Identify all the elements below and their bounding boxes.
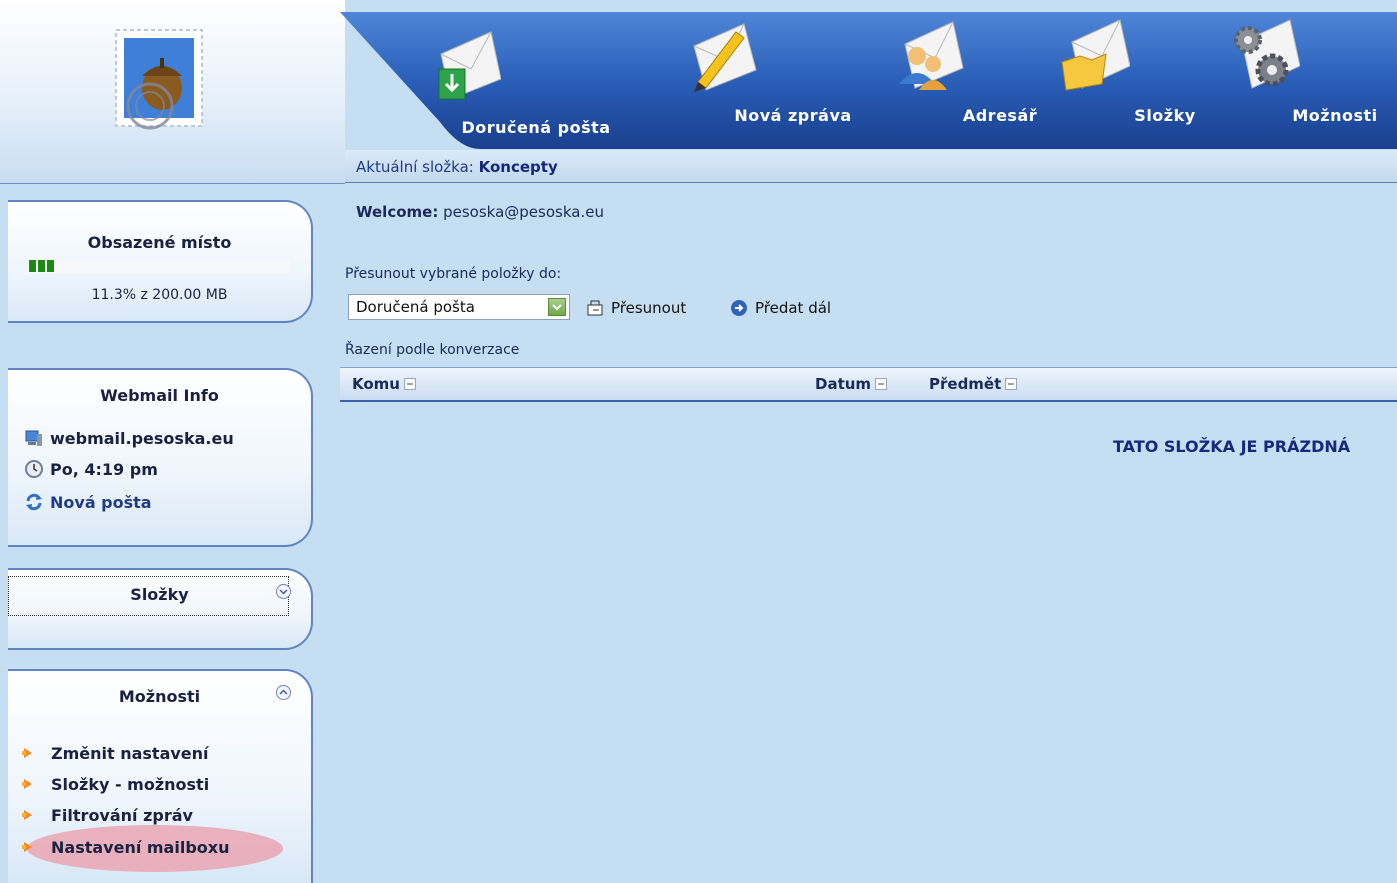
move-button-label: Přesunout xyxy=(611,299,687,317)
options-title: Možnosti xyxy=(118,687,201,706)
quota-text: 11.3% z 200.00 MB xyxy=(91,287,228,303)
welcome-line: Welcome: pesoska@pesoska.eu xyxy=(356,203,604,221)
column-date-label: Datum xyxy=(815,375,872,393)
option-change-settings[interactable]: Změnit nastavení xyxy=(20,740,209,766)
sort-label[interactable]: Řazení podle konverzace xyxy=(345,342,519,358)
new-mail-text: Nová pošta xyxy=(50,492,152,512)
column-to[interactable]: Komu xyxy=(352,375,416,393)
quota-block xyxy=(37,259,46,273)
move-label: Přesunout vybrané položky do: xyxy=(345,266,562,282)
host-text: webmail.pesoska.eu xyxy=(50,428,234,448)
sort-icon[interactable] xyxy=(875,378,888,390)
option-label: Složky - možnosti xyxy=(51,774,210,794)
quota-progress-bar xyxy=(28,259,290,273)
logo-area xyxy=(0,0,345,184)
chevron-up-icon[interactable] xyxy=(276,685,291,700)
option-mail-filters[interactable]: Filtrování zpráv xyxy=(20,802,193,828)
sort-icon[interactable] xyxy=(403,378,416,390)
orange-arrow-icon xyxy=(22,842,32,852)
column-to-label: Komu xyxy=(352,375,400,393)
orange-arrow-icon xyxy=(22,810,32,820)
folders-title: Složky xyxy=(130,585,189,604)
forward-button[interactable]: Předat dál xyxy=(729,298,831,318)
folder-envelope-icon xyxy=(1061,19,1130,91)
webmail-info-title: Webmail Info xyxy=(100,386,219,405)
option-label: Filtrování zpráv xyxy=(51,805,193,825)
message-table-header: Komu Datum Předmět xyxy=(340,367,1397,402)
nav-folders-label: Složky xyxy=(1134,106,1196,125)
current-folder-name[interactable]: Koncepty xyxy=(479,158,558,176)
addressbook-people-icon xyxy=(899,21,964,90)
nav-addressbook-label: Adresář xyxy=(962,106,1038,125)
forward-icon xyxy=(731,300,747,316)
time-text: Po, 4:19 pm xyxy=(50,459,158,479)
nav-options-label: Možnosti xyxy=(1292,106,1378,125)
clock-icon xyxy=(25,460,43,478)
orange-arrow-icon xyxy=(22,748,32,758)
orange-arrow-icon xyxy=(22,779,32,789)
nav-inbox-label: Doručená pošta xyxy=(461,118,611,137)
welcome-label: Welcome: xyxy=(356,203,439,221)
gears-envelope-icon xyxy=(1234,19,1300,89)
nav-inbox[interactable]: Doručená pošta xyxy=(438,24,611,149)
new-mail-link[interactable]: Nová pošta xyxy=(24,490,152,514)
nav-options[interactable]: Možnosti xyxy=(1234,12,1397,137)
move-folder-select[interactable]: Doručená pošta xyxy=(348,294,570,320)
welcome-user: pesoska@pesoska.eu xyxy=(443,203,604,221)
quota-block xyxy=(28,259,37,273)
empty-folder-message: TATO SLOŽKA JE PRÁZDNÁ xyxy=(1113,437,1351,456)
refresh-icon xyxy=(26,493,42,511)
sidebar: Obsazené místo 11.3% z 200.00 MB Webmail… xyxy=(0,184,345,883)
chevron-down-icon[interactable] xyxy=(276,584,291,599)
option-label: Nastavení mailboxu xyxy=(51,837,230,857)
option-folder-settings[interactable]: Složky - možnosti xyxy=(20,771,209,797)
quota-panel: Obsazené místo 11.3% z 200.00 MB xyxy=(8,200,313,323)
dropdown-arrow-icon[interactable] xyxy=(548,298,566,316)
option-label: Změnit nastavení xyxy=(51,743,209,763)
host-row: webmail.pesoska.eu xyxy=(24,426,234,450)
current-folder-label: Aktuální složka: xyxy=(356,158,474,176)
forward-button-label: Předat dál xyxy=(755,299,832,317)
top-navigation: Doručená pošta Nová zpráva Adresář Složk… xyxy=(340,12,1397,149)
time-row: Po, 4:19 pm xyxy=(24,457,158,481)
nav-compose[interactable]: Nová zpráva xyxy=(693,12,868,137)
sort-icon[interactable] xyxy=(1005,378,1018,390)
inbox-envelope-icon xyxy=(438,31,501,100)
column-date[interactable]: Datum xyxy=(815,375,888,393)
computer-icon xyxy=(25,430,42,446)
compose-pencil-icon xyxy=(693,23,757,92)
move-button[interactable]: Přesunout xyxy=(585,298,686,318)
quota-title: Obsazené místo xyxy=(87,233,232,252)
current-folder-bar: Aktuální složka: Koncepty xyxy=(345,150,1397,183)
column-subject[interactable]: Předmět xyxy=(929,375,1018,393)
webmail-info-panel: Webmail Info webmail.pesoska.eu Po, 4:19… xyxy=(8,368,313,547)
column-subject-label: Předmět xyxy=(929,375,1002,393)
stamp-logo-icon xyxy=(115,29,203,130)
nav-compose-label: Nová zpráva xyxy=(734,106,852,125)
nav-folders[interactable]: Složky xyxy=(1061,12,1240,137)
move-folder-icon xyxy=(587,300,603,316)
quota-block xyxy=(46,259,55,273)
move-folder-value: Doručená pošta xyxy=(356,298,475,316)
folders-panel: Složky xyxy=(8,568,313,650)
option-mailbox-settings[interactable]: Nastavení mailboxu xyxy=(20,834,229,860)
